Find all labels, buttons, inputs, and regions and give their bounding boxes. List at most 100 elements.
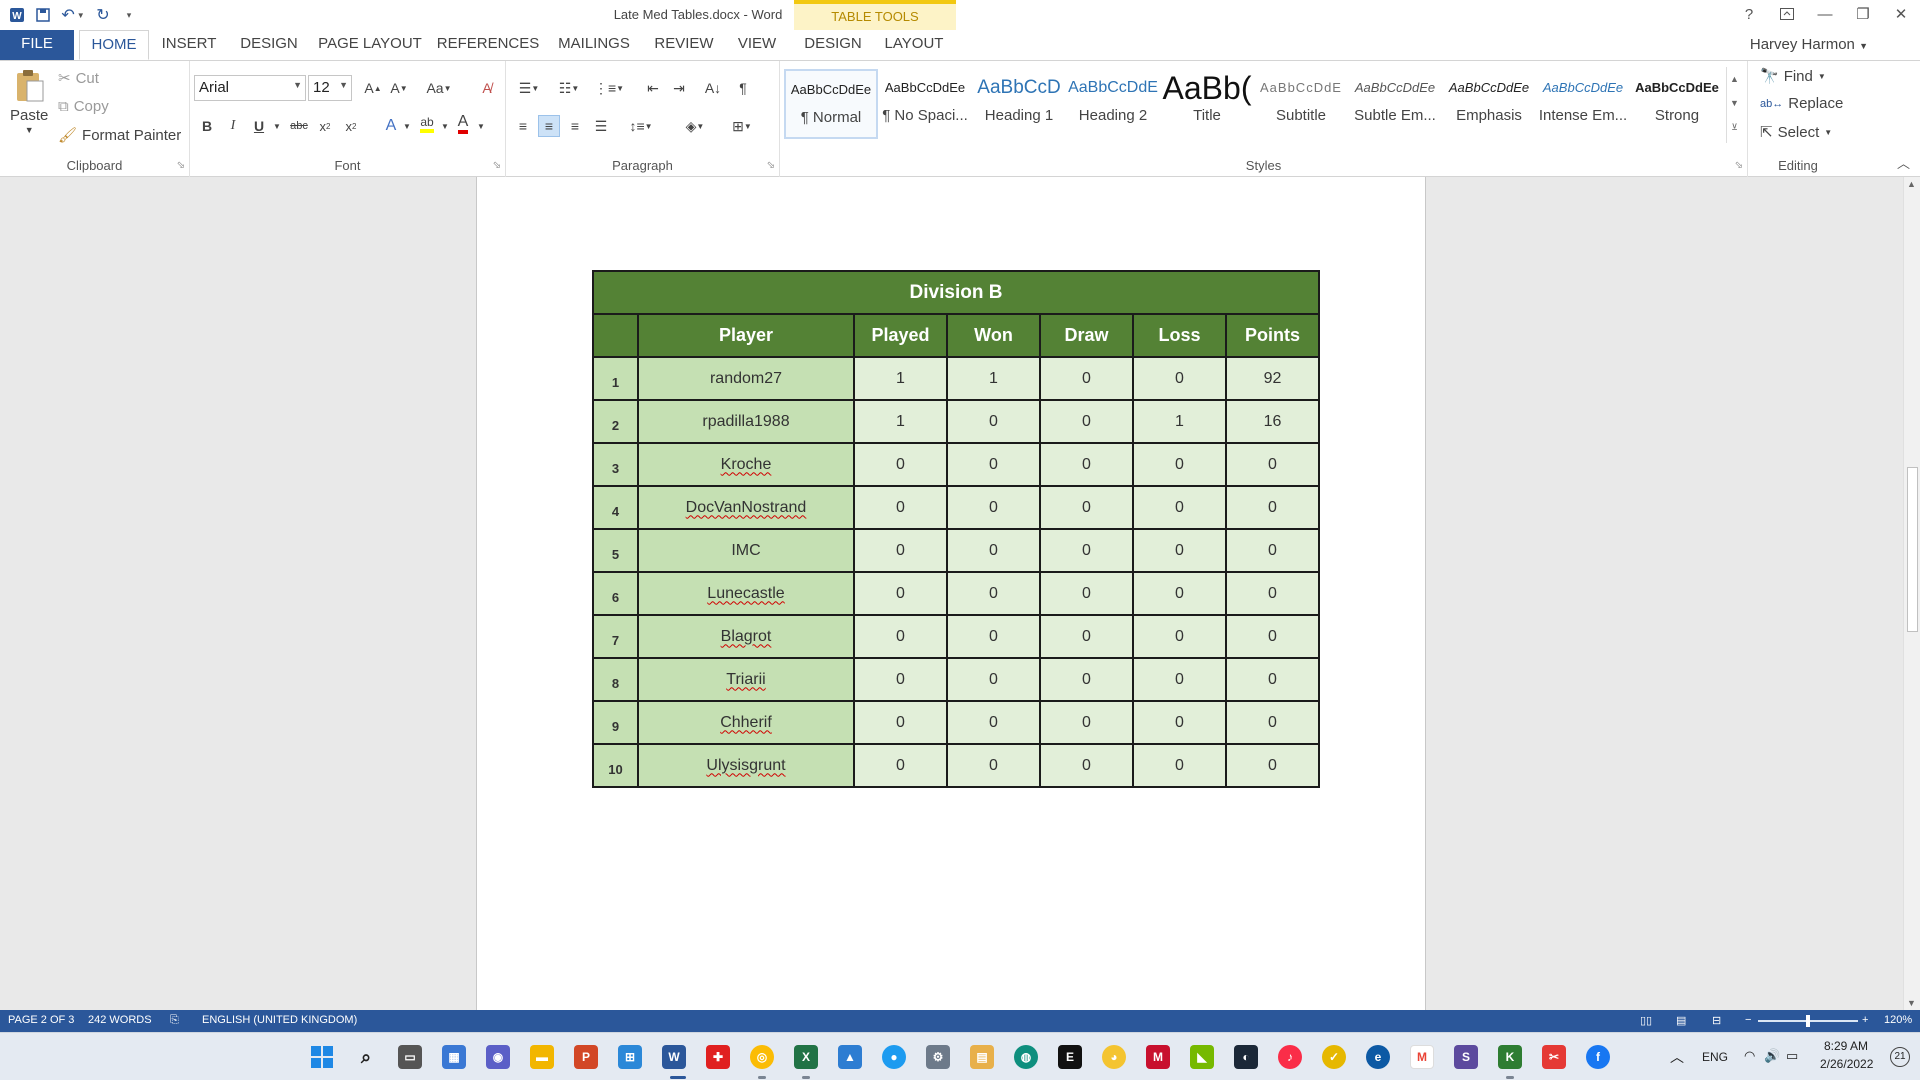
won-cell[interactable]: 0 [946,700,1041,745]
facebook-icon[interactable]: f [1586,1045,1610,1069]
notification-badge[interactable]: 21 [1890,1047,1910,1067]
align-left-icon[interactable]: ≡ [512,115,534,137]
points-cell[interactable]: 92 [1225,356,1320,401]
numbering-icon[interactable]: ☷ ▼ [552,77,586,99]
draw-cell[interactable]: 0 [1039,399,1134,444]
won-cell[interactable]: 0 [946,743,1041,788]
s-app-icon[interactable]: S [1454,1045,1478,1069]
mcafee-icon[interactable]: M [1146,1045,1170,1069]
rank-cell[interactable]: 4 [592,485,639,530]
player-cell[interactable]: Ulysisgrunt [637,743,855,788]
style-strong[interactable]: AaBbCcDdEe Strong [1630,69,1724,139]
text-effects-dropdown-icon[interactable]: ▼ [396,115,418,137]
player-cell[interactable]: IMC [637,528,855,573]
collapse-ribbon-icon[interactable]: ︿ [1897,153,1910,172]
player-cell[interactable]: Chherif [637,700,855,745]
align-center-icon[interactable]: ≡ [538,115,560,137]
points-cell[interactable]: 0 [1225,571,1320,616]
tab-view[interactable]: VIEW [730,30,784,60]
help-button[interactable]: ? [1730,0,1768,28]
store-icon[interactable]: ⊞ [618,1045,642,1069]
volume-icon[interactable]: 🔊 [1764,1048,1780,1064]
points-cell[interactable]: 16 [1225,399,1320,444]
player-cell[interactable]: DocVanNostrand [637,485,855,530]
tab-file[interactable]: FILE [0,30,74,60]
loss-cell[interactable]: 0 [1132,700,1227,745]
edge-icon[interactable]: e [1366,1045,1390,1069]
loss-cell[interactable]: 1 [1132,399,1227,444]
align-right-icon[interactable]: ≡ [564,115,586,137]
gmail-icon[interactable]: M [1410,1045,1434,1069]
played-cell[interactable]: 0 [853,614,948,659]
played-cell[interactable]: 0 [853,485,948,530]
word-taskbar-icon[interactable]: W [662,1045,686,1069]
loss-cell[interactable]: 0 [1132,528,1227,573]
proofing-icon[interactable]: ⎘ [170,1014,179,1027]
rank-cell[interactable]: 5 [592,528,639,573]
points-cell[interactable]: 0 [1225,442,1320,487]
user-name[interactable]: Harvey Harmon ▼ [1750,36,1868,53]
clock-date[interactable]: 2/26/2022 [1820,1057,1873,1071]
restore-icon[interactable]: ❐ [1844,0,1882,28]
won-cell[interactable]: 0 [946,442,1041,487]
loss-cell[interactable]: 0 [1132,442,1227,487]
decrease-indent-icon[interactable]: ⇤ [642,77,664,99]
settings-icon[interactable]: ⚙ [926,1045,950,1069]
loss-cell[interactable]: 0 [1132,657,1227,702]
tab-mailings[interactable]: MAILINGS [552,30,636,60]
loss-cell[interactable]: 0 [1132,571,1227,616]
sort-icon[interactable]: A↓ [702,77,724,99]
powerpoint-icon[interactable]: P [574,1045,598,1069]
gift-icon[interactable]: ✚ [706,1045,730,1069]
played-cell[interactable]: 0 [853,700,948,745]
league-table[interactable]: Division B Player Played Won Draw Loss P… [592,270,1320,788]
font-color-dropdown-icon[interactable]: ▼ [470,115,492,137]
points-cell[interactable]: 0 [1225,743,1320,788]
tab-review[interactable]: REVIEW [648,30,720,60]
scroll-down-icon[interactable]: ▼ [1907,998,1916,1008]
points-cell[interactable]: 0 [1225,485,1320,530]
minimize-icon[interactable]: — [1806,0,1844,28]
rank-cell[interactable]: 6 [592,571,639,616]
norton-icon[interactable]: ✓ [1322,1045,1346,1069]
header-points[interactable]: Points [1225,313,1320,358]
played-cell[interactable]: 0 [853,442,948,487]
tab-table-layout[interactable]: LAYOUT [880,30,948,60]
shading-icon[interactable]: ◈ ▼ [678,115,712,137]
tab-references[interactable]: REFERENCES [436,30,540,60]
style-normal[interactable]: AaBbCcDdEe ¶ Normal [784,69,878,139]
music-icon[interactable]: ♪ [1278,1045,1302,1069]
rank-cell[interactable]: 9 [592,700,639,745]
won-cell[interactable]: 1 [946,356,1041,401]
dialog-launcher-icon[interactable]: ⬂ [177,160,185,171]
tray-overflow-icon[interactable]: ︿ [1670,1047,1684,1067]
grow-font-icon[interactable]: A ▲ [362,77,384,99]
battery-icon[interactable]: ▭ [1786,1048,1798,1064]
won-cell[interactable]: 0 [946,485,1041,530]
points-cell[interactable]: 0 [1225,614,1320,659]
styles-scroll[interactable]: ▲ ▼ ⊻ [1726,67,1742,143]
widgets-icon[interactable]: ▦ [442,1045,466,1069]
teams-chat-icon[interactable]: ◉ [486,1045,510,1069]
paste-button[interactable]: Paste ▼ [10,67,48,135]
player-cell[interactable]: Triarii [637,657,855,702]
draw-cell[interactable]: 0 [1039,485,1134,530]
loss-cell[interactable]: 0 [1132,356,1227,401]
start-icon[interactable] [310,1045,334,1069]
draw-cell[interactable]: 0 [1039,528,1134,573]
points-cell[interactable]: 0 [1225,700,1320,745]
photos-icon[interactable]: ▲ [838,1045,862,1069]
style-emphasis[interactable]: AaBbCcDdEe Emphasis [1442,69,1536,139]
page-count[interactable]: PAGE 2 OF 3 [8,1014,74,1026]
style-subtle-emphasis[interactable]: AaBbCcDdEe Subtle Em... [1348,69,1442,139]
borders-icon[interactable]: ⊞ ▼ [722,115,762,137]
played-cell[interactable]: 0 [853,571,948,616]
draw-cell[interactable]: 0 [1039,743,1134,788]
draw-cell[interactable]: 0 [1039,356,1134,401]
zoom-in-icon[interactable]: + [1862,1014,1868,1026]
globe-icon[interactable]: ◍ [1014,1045,1038,1069]
zoom-level[interactable]: 120% [1884,1014,1912,1026]
table-title[interactable]: Division B [592,270,1320,315]
style-intense-emphasis[interactable]: AaBbCcDdEe Intense Em... [1536,69,1630,139]
increase-indent-icon[interactable]: ⇥ [668,77,690,99]
